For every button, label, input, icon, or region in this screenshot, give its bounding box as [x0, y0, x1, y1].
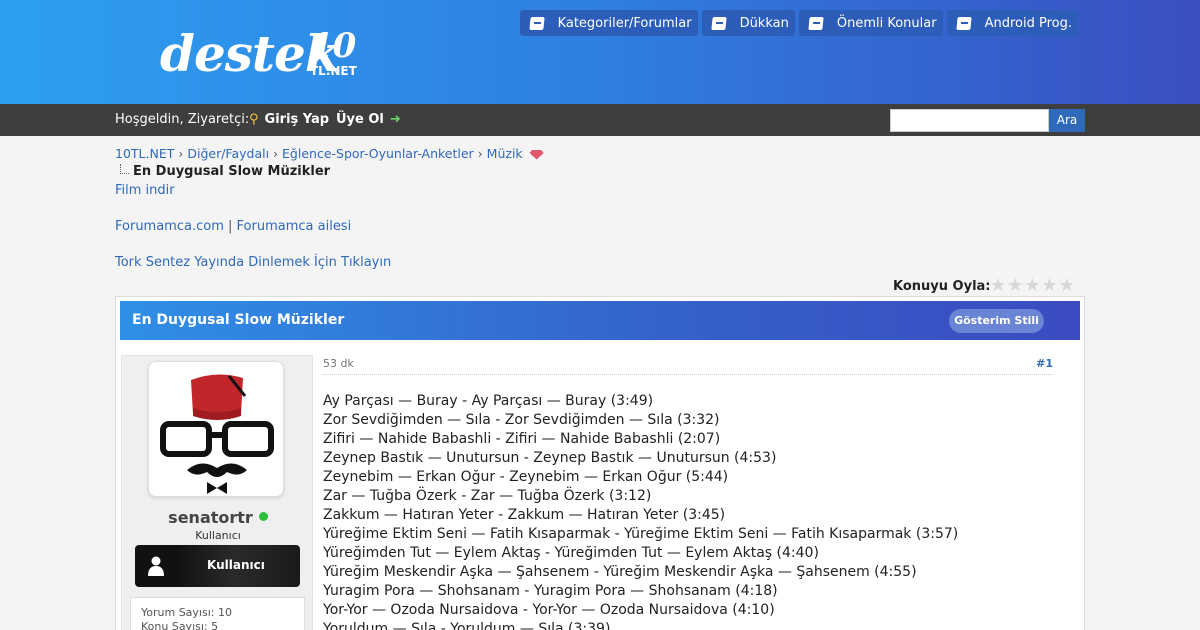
- user-bar: Hoşgeldin, Ziyaretçi: ⚲ Giriş Yap Üye Ol…: [0, 104, 1200, 136]
- user-panel: senatortr Kullanıcı Kullanıcı Yorum Sayı…: [121, 355, 313, 630]
- current-page-label: En Duygusal Slow Müzikler: [133, 164, 331, 179]
- rank-badge: Kullanıcı: [135, 545, 300, 587]
- breadcrumb: 10TL.NET › Diğer/Faydalı › Eğlence-Spor-…: [115, 146, 544, 161]
- person-icon: [148, 556, 164, 576]
- link-separator: |: [228, 219, 233, 234]
- search-input[interactable]: [890, 109, 1049, 132]
- breadcrumb-home[interactable]: 10TL.NET: [115, 146, 174, 161]
- post-count: Yorum Sayısı: 10: [141, 606, 232, 619]
- nav-categories-button[interactable]: Kategoriler/Forumlar: [519, 10, 698, 36]
- book-icon: [955, 16, 972, 30]
- list-item: Yoruldum — Sıla - Yoruldum — Sıla (3:39): [323, 621, 611, 630]
- list-item: Zifiri — Nahide Babashli - Zifiri — Nahi…: [323, 431, 721, 447]
- search-button[interactable]: Ara: [1049, 109, 1085, 132]
- nav-shop-button[interactable]: Dükkan: [701, 10, 795, 36]
- register-link[interactable]: Üye Ol ➜: [336, 112, 401, 127]
- list-item: Zeynebim — Erkan Oğur - Zeynebim — Erkan…: [323, 469, 729, 485]
- list-item: Yüreğim Meskendir Aşka — Şahsenem - Yüre…: [323, 564, 917, 580]
- post-date: 53 dk: [323, 357, 354, 370]
- forumamca-link[interactable]: Forumamca.com: [115, 219, 224, 234]
- rank-label: Kullanıcı: [207, 558, 265, 572]
- breadcrumb-other[interactable]: Diğer/Faydalı: [187, 146, 269, 161]
- logo-subtext: TL.NET: [310, 64, 357, 78]
- thread-container: En Duygusal Slow Müzikler Gösterim Stili…: [115, 296, 1085, 630]
- breadcrumb-entertainment[interactable]: Eğlence-Spor-Oyunlar-Anketler: [282, 146, 474, 161]
- rating-stars: ★ ★ ★ ★ ★: [990, 277, 1075, 295]
- list-item: Zar — Tuğba Özerk - Zar — Tuğba Özerk (3…: [323, 488, 652, 504]
- forumamca-family-link[interactable]: Forumamca ailesi: [237, 219, 352, 234]
- breadcrumb-separator: ›: [273, 146, 279, 161]
- nav-label: Kategoriler/Forumlar: [557, 15, 692, 31]
- tork-link[interactable]: Tork Sentez Yayında Dinlemek İçin Tıklay…: [115, 255, 391, 270]
- nav-label: Dükkan: [739, 15, 789, 31]
- list-item: Zakkum — Hatıran Yeter - Zakkum — Hatıra…: [323, 507, 726, 523]
- star-icon[interactable]: ★: [1024, 277, 1040, 295]
- list-item: Yüreğime Ektim Seni — Fatih Kısaparmak -…: [323, 526, 959, 542]
- thread-title: En Duygusal Slow Müzikler: [132, 312, 345, 328]
- current-page-title: En Duygusal Slow Müzikler: [120, 164, 330, 179]
- fez-mustache-avatar-icon: [160, 374, 274, 494]
- rate-label: Konuyu Oyla:: [893, 279, 991, 294]
- top-navigation: Kategoriler/Forumlar Dükkan Önemli Konul…: [519, 10, 1078, 36]
- list-item: Ay Parçası — Buray - Ay Parçası — Buray …: [323, 393, 654, 409]
- star-icon[interactable]: ★: [990, 277, 1006, 295]
- nav-important-topics-button[interactable]: Önemli Konular: [798, 10, 943, 36]
- welcome-text: Hoşgeldin, Ziyaretçi:: [115, 112, 250, 127]
- breadcrumb-separator: ›: [178, 146, 184, 161]
- star-icon[interactable]: ★: [1059, 277, 1075, 295]
- site-logo[interactable]: destek 10 TL.NET: [160, 24, 357, 83]
- forumamca-links: Forumamca.com | Forumamca ailesi: [115, 219, 351, 234]
- nav-android-button[interactable]: Android Prog.: [946, 10, 1078, 36]
- song-list: Ay Parçası — Buray - Ay Parçası — Buray …: [323, 392, 958, 630]
- user-stats: Yorum Sayısı: 10 Konu Sayısı: 5: [130, 597, 305, 630]
- list-item: Zeynep Bastık — Unutursun - Zeynep Bastı…: [323, 450, 777, 466]
- login-label: Giriş Yap: [264, 112, 330, 127]
- logo-number: 10: [310, 26, 356, 66]
- post-meta: 53 dk #1: [323, 355, 1053, 375]
- breadcrumb-separator: ›: [477, 146, 483, 161]
- list-item: Yüreğimden Tut — Eylem Aktaş - Yüreğimde…: [323, 545, 819, 561]
- gem-icon: [529, 149, 544, 160]
- register-label: Üye Ol: [336, 112, 384, 127]
- nav-label: Önemli Konular: [836, 15, 937, 31]
- list-item: Yuragim Pora — Shohsanam - Yuragim Pora …: [323, 583, 778, 599]
- breadcrumb-music[interactable]: Müzik: [487, 146, 523, 161]
- username-text: senatortr: [168, 508, 253, 527]
- arrow-right-icon: ➜: [389, 112, 401, 127]
- login-link[interactable]: ⚲ Giriş Yap: [249, 112, 329, 127]
- film-link[interactable]: Film indir: [115, 183, 175, 198]
- avatar[interactable]: [148, 361, 284, 497]
- nav-label: Android Prog.: [984, 15, 1072, 31]
- list-item: Yor-Yor — Ozoda Nursaidova - Yor-Yor — O…: [323, 602, 775, 618]
- key-icon: ⚲: [249, 112, 259, 127]
- book-icon: [808, 16, 824, 30]
- list-item: Zor Sevdiğimden — Sıla - Zor Sevdiğimden…: [323, 412, 720, 428]
- display-style-button[interactable]: Gösterim Stili: [949, 309, 1044, 333]
- book-icon: [710, 16, 727, 30]
- star-icon[interactable]: ★: [1007, 277, 1023, 295]
- tree-branch-icon: [120, 164, 129, 174]
- username[interactable]: senatortr: [122, 508, 314, 527]
- user-role: Kullanıcı: [195, 529, 241, 542]
- star-icon[interactable]: ★: [1041, 277, 1057, 295]
- site-header: destek 10 TL.NET Kategoriler/Forumlar Dü…: [0, 0, 1200, 104]
- thread-header: En Duygusal Slow Müzikler Gösterim Stili: [120, 301, 1080, 340]
- post-number-link[interactable]: #1: [1036, 357, 1053, 370]
- book-icon: [528, 16, 545, 30]
- online-status-icon: [258, 512, 268, 521]
- topic-count: Konu Sayısı: 5: [141, 620, 219, 630]
